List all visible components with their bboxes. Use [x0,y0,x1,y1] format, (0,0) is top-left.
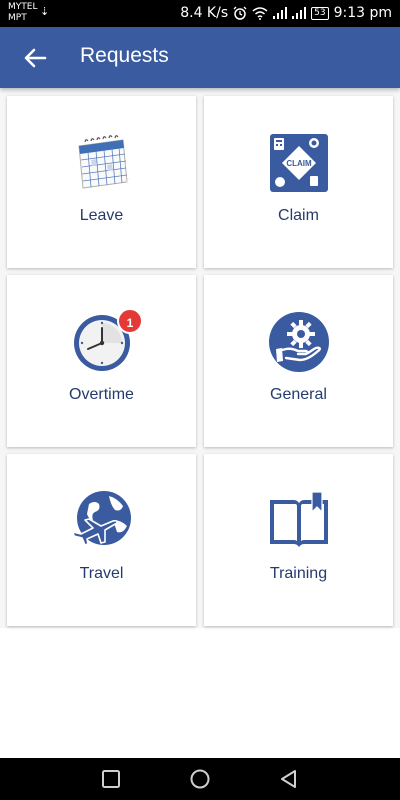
status-indicators: 8.4 K/s 53 9:13 pm [180,5,392,21]
book-icon [270,491,328,547]
claim-tile[interactable]: CLAIM Claim [204,96,393,268]
training-tile[interactable]: Training [204,454,393,626]
battery-icon: 53 [311,6,329,20]
carrier-name-2: MPT [8,13,27,23]
travel-tile[interactable]: Travel [7,454,196,626]
general-label: General [270,386,327,403]
claim-icon-text: CLAIM [286,159,312,168]
network-speed: 8.4 K/s [180,5,229,21]
app-bar: Requests [0,27,400,88]
general-tile[interactable]: General [204,275,393,447]
usb-icon: ⇣ [40,6,50,18]
claim-label: Claim [278,207,319,224]
system-nav-bar [0,758,400,800]
back-triangle-icon[interactable] [278,768,300,790]
signal-icon-1 [273,7,288,19]
globe-plane-icon [72,491,131,546]
clock-time: 9:13 pm [333,5,392,21]
gear-hand-icon [269,312,329,372]
status-bar: MYTEL MPT ⇣ 8.4 K/s 53 9:13 pm [0,0,400,27]
notification-badge: 1 [117,308,143,334]
overtime-tile[interactable]: 1 Overtime [7,275,196,447]
overtime-label: Overtime [69,386,134,403]
alarm-icon [233,6,247,20]
travel-label: Travel [79,565,124,582]
recents-square-icon[interactable] [100,768,122,790]
home-circle-icon[interactable] [189,768,211,790]
page-title: Requests [80,44,169,67]
grid-bottom-area [0,628,400,758]
claim-icon: CLAIM [270,134,328,192]
signal-icon-2 [292,7,307,19]
carrier-info: MYTEL MPT [8,2,37,24]
leave-label: Leave [79,207,124,224]
leave-tile[interactable]: Leave [7,96,196,268]
arrow-left-icon[interactable] [20,43,50,73]
wifi-icon [252,6,268,20]
training-label: Training [269,565,328,582]
carrier-name-1: MYTEL [8,2,38,12]
calendar-icon [78,135,129,189]
